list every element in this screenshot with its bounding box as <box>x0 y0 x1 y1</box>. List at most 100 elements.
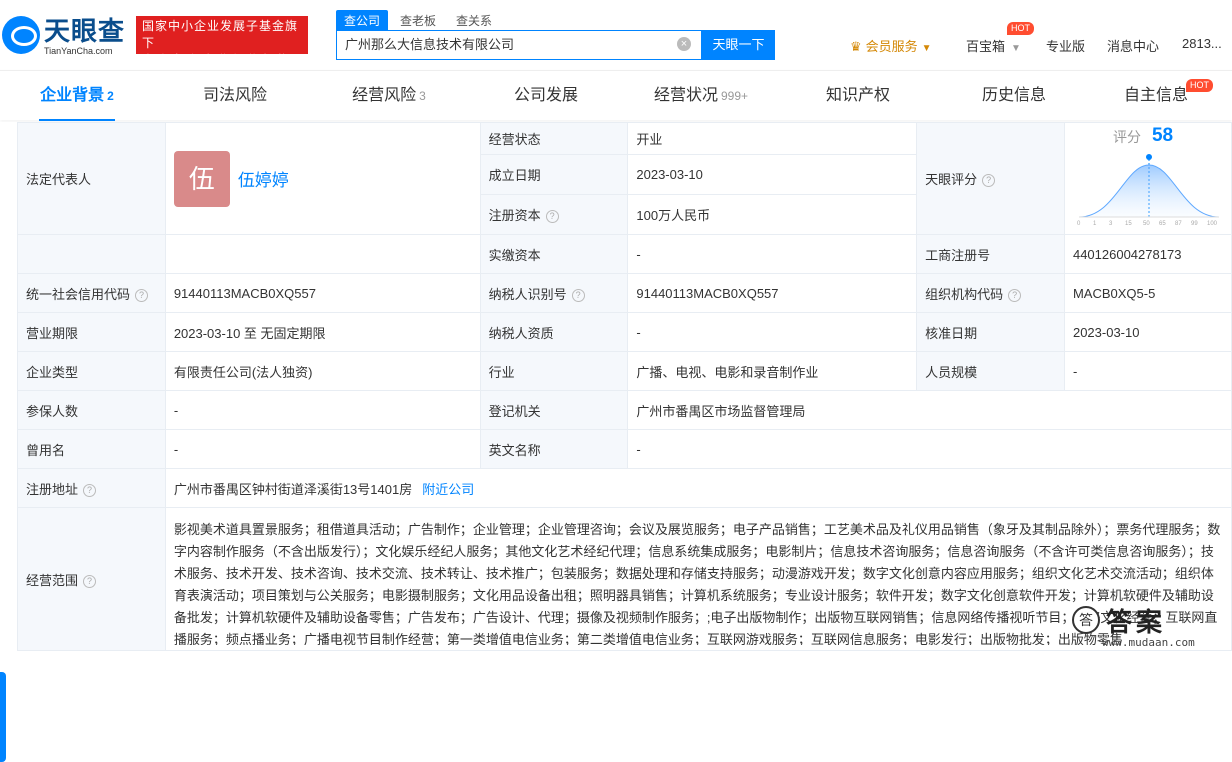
address-text: 注册地址 <box>26 481 79 497</box>
reg-capital-value: 100万人民币 <box>627 194 918 235</box>
tab-label: 经营状况 <box>653 87 718 104</box>
address-cell: 广州市番禺区钟村街道泽溪街13号1401房 附近公司 <box>164 468 1232 508</box>
clear-icon[interactable]: × <box>677 37 691 51</box>
english-name-value: - <box>627 429 1232 469</box>
treasure-box-menu[interactable]: 百宝箱 ▼ <box>966 36 1021 55</box>
tab-label: 历史信息 <box>981 87 1046 104</box>
tab-label: 司法风险 <box>202 87 267 104</box>
vip-label: 会员服务 <box>865 39 918 54</box>
tab-count: 3 <box>419 89 426 103</box>
insured-label: 参保人数 <box>17 390 166 430</box>
org-code-text: 组织机构代码 <box>925 286 1004 302</box>
tianyan-score-text: 天眼评分 <box>925 172 978 187</box>
tab-background[interactable]: 企业背景 2 <box>39 71 115 121</box>
help-icon[interactable]: ? <box>83 574 97 588</box>
help-icon[interactable]: ? <box>135 288 149 302</box>
score-chart[interactable]: 评分 58 0 1 3 15 50 65 87 99 100 <box>1065 125 1231 233</box>
chevron-down-icon: ▼ <box>1011 43 1021 54</box>
tab-self-info[interactable]: 自主信息 <box>1123 71 1189 121</box>
score-label: 评分 <box>1112 128 1141 145</box>
hot-badge: HOT <box>1186 79 1213 92</box>
tab-label: 知识产权 <box>825 87 890 104</box>
taxpayer-qual-label: 纳税人资质 <box>479 312 629 352</box>
logo-text: 天眼查 <box>44 16 126 46</box>
paid-capital-value: - <box>627 234 918 274</box>
paid-capital-label: 实缴资本 <box>479 234 629 274</box>
company-info-panel: 法定代表人 伍伍婷婷 经营状态 开业 天眼评分? 评分 58 0 1 3 15 … <box>0 122 1232 762</box>
treasure-label: 百宝箱 <box>966 39 1006 54</box>
legal-rep-cell-tail <box>164 234 481 274</box>
legal-rep-name-link[interactable]: 伍婷婷 <box>238 171 289 190</box>
credit-code-value: 91440113MACB0XQ557 <box>164 273 481 313</box>
help-icon[interactable]: ? <box>1008 288 1022 302</box>
user-account[interactable]: 2813... <box>1182 36 1222 51</box>
watermark-url: www.mudaan.com <box>1102 636 1195 649</box>
authority-value: 广州市番禺区市场监督管理局 <box>627 390 1232 430</box>
scope-label: 经营范围? <box>17 507 166 651</box>
search-tab-company[interactable]: 查公司 <box>336 10 389 31</box>
crown-icon: ♛ <box>850 39 862 54</box>
score-axis: 0 1 3 15 50 65 87 99 100 <box>1077 221 1218 227</box>
search-input[interactable]: 广州那么大信息技术有限公司 <box>336 30 702 60</box>
axis-tick: 65 <box>1159 221 1166 227</box>
tab-ip[interactable]: 知识产权 <box>825 71 891 121</box>
tab-business-risk[interactable]: 经营风险 3 <box>350 71 428 121</box>
score-cell: 评分 58 0 1 3 15 50 65 87 99 100 <box>1063 122 1232 235</box>
industry-value: 广播、电视、电影和录音制作业 <box>627 351 918 391</box>
help-icon[interactable]: ? <box>571 288 585 302</box>
legal-rep-label: 法定代表人 <box>17 122 166 235</box>
search-tab-boss[interactable]: 查老板 <box>392 10 444 31</box>
tab-label: 公司发展 <box>513 87 578 104</box>
taxpayer-qual-value: - <box>627 312 918 352</box>
tianyan-score-label: 天眼评分? <box>916 122 1065 235</box>
score-value: 58 <box>1151 124 1174 146</box>
type-label: 企业类型 <box>17 351 166 391</box>
english-name-label: 英文名称 <box>479 429 629 469</box>
hot-badge: HOT <box>1007 22 1034 35</box>
score-bell-curve: 0 1 3 15 50 65 87 99 100 <box>1077 153 1219 227</box>
tab-development[interactable]: 公司发展 <box>513 71 579 121</box>
avatar: 伍 <box>173 150 230 207</box>
axis-tick: 0 <box>1077 221 1081 227</box>
help-icon[interactable]: ? <box>982 174 996 188</box>
industry-label: 行业 <box>479 351 629 391</box>
approval-label: 核准日期 <box>916 312 1065 352</box>
former-name-label: 曾用名 <box>17 429 166 469</box>
approval-value: 2023-03-10 <box>1063 312 1232 352</box>
help-icon[interactable]: ? <box>545 210 559 224</box>
watermark-logo: 答 答案 www.mudaan.com <box>1066 598 1232 658</box>
tab-operation[interactable]: 经营状况 999+ <box>652 71 750 121</box>
badge-line-1: 国家中小企业发展子基金旗下 <box>142 19 299 50</box>
tab-label: 企业背景 <box>40 87 105 104</box>
help-icon[interactable]: ? <box>83 483 97 497</box>
biz-reg-no-label: 工商注册号 <box>916 234 1065 274</box>
staff-value: - <box>1063 351 1232 391</box>
legal-rep-label-tail <box>17 234 166 274</box>
reg-capital-text: 注册资本 <box>488 208 541 223</box>
tianyancha-logo[interactable]: 天眼查 TianYanCha.com <box>2 16 128 56</box>
search-button[interactable]: 天眼一下 <box>702 30 775 60</box>
credit-code-text: 统一社会信用代码 <box>26 286 131 302</box>
term-label: 营业期限 <box>17 312 166 352</box>
term-value: 2023-03-10 至 无固定期限 <box>164 312 481 352</box>
message-center-link[interactable]: 消息中心 <box>1107 36 1159 55</box>
section-tabs: 企业背景 2 司法风险 经营风险 3 公司发展 经营状况 999+ 知识产权 历史信息… <box>0 70 1232 121</box>
tab-history[interactable]: 历史信息 <box>981 71 1047 121</box>
pro-version-link[interactable]: 专业版 <box>1046 36 1085 55</box>
vip-service-menu[interactable]: ♛ 会员服务 ▼ <box>850 36 932 55</box>
org-code-value: MACB0XQ5-5 <box>1063 273 1232 313</box>
tab-count: 2 <box>107 89 114 103</box>
logo-sub: TianYanCha.com <box>44 46 113 56</box>
search-tab-relation[interactable]: 查关系 <box>448 10 500 31</box>
axis-tick: 100 <box>1207 221 1218 227</box>
company-info-table: 法定代表人 伍伍婷婷 经营状态 开业 天眼评分? 评分 58 0 1 3 15 … <box>17 122 1232 651</box>
founded-value: 2023-03-10 <box>627 154 918 195</box>
nearby-companies-link[interactable]: 附近公司 <box>422 482 474 497</box>
axis-tick: 15 <box>1125 221 1132 227</box>
tab-legal-risk[interactable]: 司法风险 <box>202 71 268 121</box>
insured-value: - <box>164 390 481 430</box>
org-code-label: 组织机构代码? <box>916 273 1065 313</box>
authority-label: 登记机关 <box>479 390 629 430</box>
side-feedback-tab[interactable] <box>0 672 6 762</box>
watermark-icon: 答 <box>1072 606 1100 634</box>
